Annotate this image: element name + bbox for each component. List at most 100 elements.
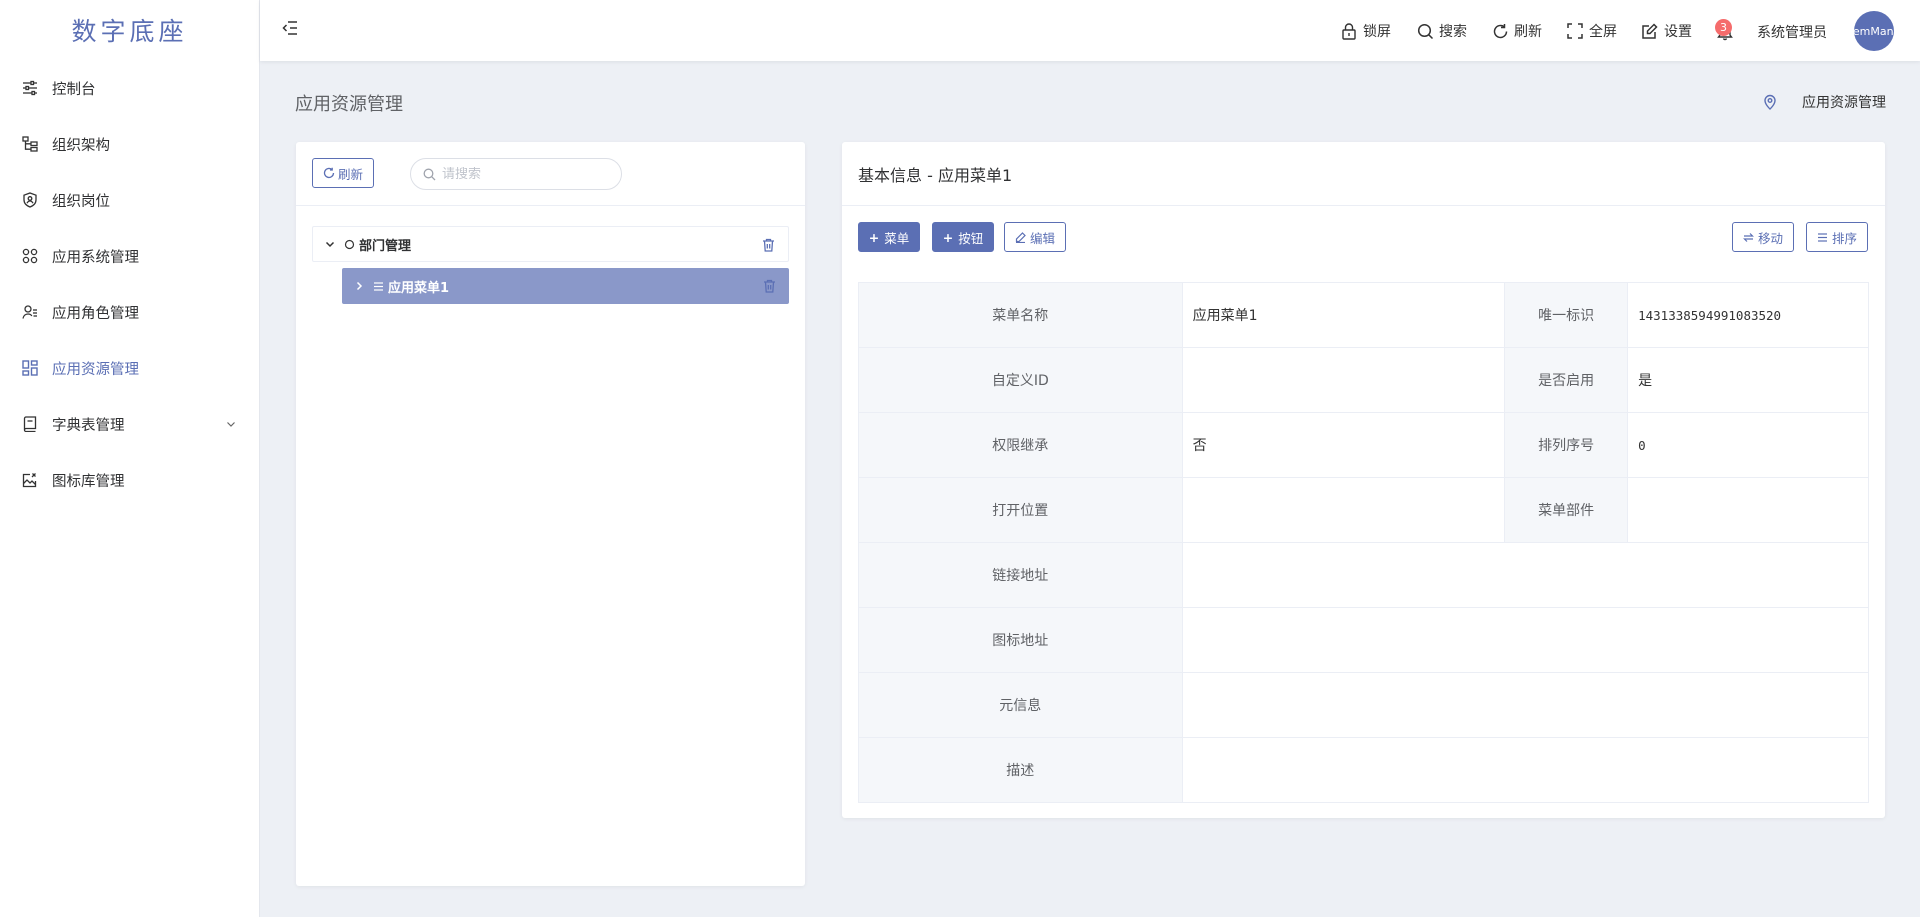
- apps-grid-icon: [22, 248, 38, 264]
- search-button[interactable]: 搜索: [1416, 21, 1467, 41]
- enabled-value: 是: [1627, 347, 1869, 413]
- resource-tree-panel: 刷新 部门管理 应用菜单1: [296, 142, 805, 886]
- user-name[interactable]: 系统管理员: [1757, 22, 1827, 42]
- sidebar-item-app-resources[interactable]: 应用资源管理: [0, 340, 259, 396]
- move-label: 移动: [1757, 230, 1783, 246]
- inherit-label: 权限继承: [858, 412, 1183, 478]
- table-row: 链接地址: [858, 542, 1870, 608]
- search-icon: [1416, 22, 1434, 40]
- inherit-value: 否: [1181, 412, 1506, 478]
- add-button-button[interactable]: + 按钮: [932, 222, 994, 252]
- tree-refresh-button[interactable]: 刷新: [312, 158, 374, 188]
- order-label: 排列序号: [1504, 412, 1629, 478]
- enabled-label: 是否启用: [1504, 347, 1629, 413]
- avatar[interactable]: SystemManager: [1854, 11, 1894, 51]
- description-value: [1181, 737, 1870, 803]
- delete-icon[interactable]: [762, 238, 776, 252]
- icon-address-label: 图标地址: [858, 607, 1183, 673]
- chevron-down-icon[interactable]: [323, 237, 337, 251]
- table-row: 自定义ID 是否启用 是: [858, 347, 1869, 413]
- fullscreen-label: 全屏: [1589, 24, 1617, 40]
- sidebar-item-label: 组织架构: [52, 137, 110, 154]
- dashboard-grid-icon: [22, 360, 38, 376]
- chevron-right-icon[interactable]: [352, 279, 366, 293]
- notification-badge: 3: [1715, 19, 1732, 36]
- sidebar: 数字底座 控制台 组织架构 组织岗位 应用系统管理 应用角色管理 应用资源管理 …: [0, 0, 260, 917]
- location-pin-icon: [1762, 94, 1778, 110]
- sidebar-item-app-roles[interactable]: 应用角色管理: [0, 284, 259, 340]
- icon-address-value: [1181, 607, 1870, 673]
- add-menu-label: 菜单: [884, 230, 910, 246]
- page-title: 应用资源管理: [295, 94, 403, 115]
- sidebar-item-org-structure[interactable]: 组织架构: [0, 116, 259, 172]
- description-label: 描述: [858, 737, 1183, 803]
- top-header: 锁屏 搜索 刷新 全屏 设置 3 系统管理员 SystemManager: [260, 0, 1920, 61]
- sidebar-item-org-positions[interactable]: 组织岗位: [0, 172, 259, 228]
- tree-refresh-label: 刷新: [337, 166, 363, 182]
- sliders-icon: [22, 80, 38, 96]
- sidebar-item-label: 图标库管理: [52, 473, 125, 490]
- plus-icon: +: [942, 229, 954, 245]
- shield-user-icon: [22, 192, 38, 208]
- table-row: 描述: [858, 737, 1870, 803]
- tree-node-root[interactable]: 部门管理: [312, 226, 789, 262]
- edit-icon: [1015, 231, 1026, 243]
- edit-button[interactable]: 编辑: [1004, 222, 1066, 252]
- menu-name-value: 应用菜单1: [1181, 282, 1506, 348]
- search-icon: [423, 168, 436, 181]
- link-address-value: [1181, 542, 1870, 608]
- lock-icon: [1340, 22, 1358, 40]
- open-position-value: [1181, 477, 1506, 543]
- sort-button[interactable]: 排序: [1806, 222, 1868, 252]
- sidebar-item-app-systems[interactable]: 应用系统管理: [0, 228, 259, 284]
- sidebar-item-label: 控制台: [52, 81, 96, 98]
- tree-node-selected[interactable]: 应用菜单1: [342, 268, 789, 304]
- settings-label: 设置: [1664, 24, 1692, 40]
- circle-icon: [343, 237, 355, 251]
- refresh-icon: [323, 167, 335, 179]
- settings-button[interactable]: 设置: [1641, 21, 1692, 41]
- refresh-button[interactable]: 刷新: [1491, 21, 1542, 41]
- tree-node-label: 部门管理: [359, 238, 412, 254]
- table-row: 图标地址: [858, 607, 1870, 673]
- tree-search-input[interactable]: [442, 166, 612, 182]
- link-address-label: 链接地址: [858, 542, 1183, 608]
- open-position-label: 打开位置: [858, 477, 1183, 543]
- table-row: 菜单名称 应用菜单1 唯一标识 1431338594991083520: [858, 282, 1869, 348]
- plus-icon: +: [868, 229, 880, 245]
- image-edit-icon: [22, 472, 38, 488]
- detail-panel: 基本信息 - 应用菜单1 + 菜单 + 按钮 编辑 移动 排序 菜单名称 应用菜…: [842, 142, 1885, 818]
- table-row: 权限继承 否 排列序号 0: [858, 412, 1869, 478]
- chevron-down-icon: [225, 418, 237, 434]
- menu-component-label: 菜单部件: [1504, 477, 1629, 543]
- fullscreen-button[interactable]: 全屏: [1566, 21, 1617, 41]
- lock-screen-label: 锁屏: [1363, 24, 1391, 40]
- sidebar-item-console[interactable]: 控制台: [0, 60, 259, 116]
- detail-title: 基本信息 - 应用菜单1: [842, 142, 1885, 206]
- sidebar-item-dictionary[interactable]: 字典表管理: [0, 396, 259, 452]
- move-button[interactable]: 移动: [1732, 222, 1794, 252]
- add-button-label: 按钮: [958, 230, 984, 246]
- add-menu-button[interactable]: + 菜单: [858, 222, 920, 252]
- app-logo: 数字底座: [71, 17, 188, 46]
- breadcrumb-item[interactable]: 应用资源管理: [1802, 92, 1886, 112]
- org-tree-icon: [22, 136, 38, 152]
- meta-info-label: 元信息: [858, 672, 1183, 738]
- lock-screen-button[interactable]: 锁屏: [1340, 21, 1391, 41]
- fullscreen-icon: [1566, 22, 1584, 40]
- breadcrumb: 应用资源管理: [1762, 92, 1886, 112]
- sidebar-collapse-icon[interactable]: [280, 18, 300, 38]
- sidebar-item-icon-library[interactable]: 图标库管理: [0, 452, 259, 508]
- sort-label: 排序: [1831, 230, 1857, 246]
- sidebar-item-label: 应用角色管理: [52, 305, 139, 322]
- list-icon: [1817, 232, 1828, 243]
- tree-search-box: [410, 158, 622, 190]
- sidebar-item-label: 字典表管理: [52, 417, 125, 434]
- table-row: 元信息: [858, 672, 1870, 738]
- delete-icon[interactable]: [763, 279, 777, 293]
- meta-info-value: [1181, 672, 1870, 738]
- custom-id-value: [1181, 347, 1506, 413]
- menu-info-table: 菜单名称 应用菜单1 唯一标识 1431338594991083520 自定义I…: [858, 282, 1870, 803]
- order-value: 0: [1627, 412, 1869, 478]
- unique-id-value: 1431338594991083520: [1627, 282, 1869, 348]
